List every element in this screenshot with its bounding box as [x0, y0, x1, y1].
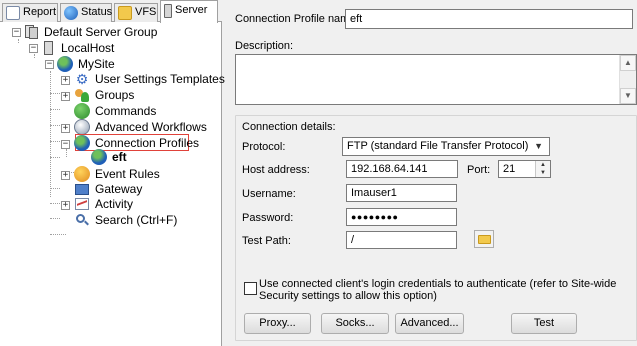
server-icon — [164, 4, 172, 18]
expand-toggle-groups[interactable]: + — [61, 92, 70, 101]
tree-item-search[interactable]: Search (Ctrl+F) — [74, 212, 179, 228]
scroll-up-icon[interactable]: ▲ — [620, 55, 636, 71]
pane-tab-strip: Report Status VFS Server — [0, 0, 222, 23]
spin-down-icon[interactable]: ▼ — [536, 169, 550, 177]
tree-label: Advanced Workflows — [95, 120, 207, 134]
connection-globe-icon — [74, 135, 90, 151]
protocol-select[interactable]: FTP (standard File Transfer Protocol) ▼ — [342, 137, 550, 156]
checkbox-text-line2: Security settings to allow this option) — [259, 290, 437, 302]
tree-label: Search (Ctrl+F) — [95, 213, 178, 227]
chevron-down-icon: ▼ — [534, 141, 543, 151]
tab-report-label: Report — [23, 6, 57, 18]
tree-label: MySite — [78, 57, 115, 71]
port-spin-buttons[interactable]: ▲ ▼ — [535, 161, 550, 177]
tree-label: Event Rules — [95, 167, 160, 181]
expand-toggle-event-rules[interactable]: + — [61, 171, 70, 180]
expand-toggle-advanced-workflows[interactable]: + — [61, 124, 70, 133]
gear-icon: ⚙ — [75, 71, 89, 87]
tab-status[interactable]: Status — [60, 3, 112, 22]
commands-icon — [74, 103, 90, 119]
use-client-credentials-label: Use connected client's login credentials… — [259, 278, 616, 302]
server-icon — [40, 40, 56, 56]
port-stepper[interactable]: 21 ▲ ▼ — [498, 160, 551, 178]
tree-label: User Settings Templates — [95, 72, 225, 86]
protocol-selected-value: FTP (standard File Transfer Protocol) — [347, 140, 529, 152]
scroll-down-icon[interactable]: ▼ — [620, 88, 636, 104]
proxy-button[interactable]: Proxy... — [244, 313, 311, 334]
tree-item-groups[interactable]: Groups — [74, 87, 136, 103]
tab-vfs-label: VFS — [135, 6, 157, 18]
tree-item-activity[interactable]: Activity — [74, 196, 135, 212]
collapse-toggle-server-group[interactable]: − — [12, 28, 21, 37]
expand-toggle-user-settings[interactable]: + — [61, 76, 70, 85]
tree-label: Groups — [95, 88, 135, 102]
tree-item-eft-profile[interactable]: eft — [91, 149, 129, 165]
tree-item-advanced-workflows[interactable]: Advanced Workflows — [74, 119, 209, 135]
tree-label: LocalHost — [61, 41, 115, 55]
tree-item-commands[interactable]: Commands — [74, 103, 158, 119]
tree-item-user-settings-templates[interactable]: ⚙ User Settings Templates — [74, 71, 227, 87]
test-path-label: Test Path: — [242, 235, 291, 247]
activity-chart-icon — [74, 196, 90, 212]
search-icon — [74, 212, 90, 228]
tree-item-event-rules[interactable]: Event Rules — [74, 166, 162, 182]
host-address-input[interactable]: 192.168.64.141 — [346, 160, 458, 178]
tab-vfs[interactable]: VFS — [114, 3, 158, 22]
event-rules-icon — [74, 166, 90, 182]
protocol-label: Protocol: — [242, 141, 286, 153]
tree-item-gateway[interactable]: Gateway — [74, 181, 144, 197]
tab-report[interactable]: Report — [2, 3, 58, 22]
workflow-icon — [74, 119, 90, 135]
tree-item-localhost[interactable]: LocalHost — [40, 40, 116, 56]
username-label: Username: — [242, 188, 296, 200]
test-path-input[interactable]: / — [346, 231, 457, 249]
advanced-button[interactable]: Advanced... — [395, 313, 464, 334]
tab-server[interactable]: Server — [160, 0, 218, 23]
checkbox-text-line1: Use connected client's login credentials… — [259, 278, 617, 290]
browse-folder-button[interactable] — [474, 230, 494, 248]
status-globe-icon — [64, 6, 78, 20]
description-textarea[interactable]: ▲ ▼ — [235, 54, 637, 105]
host-address-label: Host address: — [242, 164, 310, 176]
collapse-toggle-localhost[interactable]: − — [29, 44, 38, 53]
username-input[interactable]: Imauser1 — [346, 184, 457, 202]
port-label: Port: — [467, 164, 491, 176]
connection-profile-form: Connection Profile name: eft Description… — [226, 0, 637, 346]
gateway-icon — [74, 181, 90, 197]
report-icon — [6, 6, 20, 20]
users-group-icon — [74, 87, 90, 103]
socks-button[interactable]: Socks... — [321, 313, 389, 334]
profile-globe-icon — [91, 149, 107, 165]
port-value: 21 — [503, 163, 516, 175]
tab-status-label: Status — [81, 6, 113, 18]
profile-name-input[interactable]: eft — [345, 9, 633, 29]
collapse-toggle-mysite[interactable]: − — [45, 60, 54, 69]
password-label: Password: — [242, 212, 294, 224]
server-tree: − Default Server Group − LocalHost − MyS… — [0, 23, 225, 346]
profile-name-label: Connection Profile name: — [235, 13, 359, 25]
tree-label: Gateway — [95, 182, 143, 196]
description-label: Description: — [235, 40, 294, 52]
site-globe-icon — [57, 56, 73, 72]
collapse-toggle-connection-profiles[interactable]: − — [61, 140, 70, 149]
password-input[interactable]: ●●●●●●●● — [346, 208, 457, 226]
navigation-pane: Report Status VFS Server − Default Serve… — [0, 0, 225, 346]
spin-up-icon[interactable]: ▲ — [536, 161, 550, 169]
tab-server-label: Server — [175, 4, 208, 16]
tree-item-default-server-group[interactable]: Default Server Group — [23, 24, 159, 40]
expand-toggle-activity[interactable]: + — [61, 201, 70, 210]
test-button[interactable]: Test — [511, 313, 577, 334]
tree-label: Commands — [95, 104, 157, 118]
tree-label: Default Server Group — [44, 25, 158, 39]
use-client-credentials-checkbox[interactable] — [244, 282, 257, 295]
vfs-folder-icon — [118, 6, 132, 20]
tree-label: Activity — [95, 197, 134, 211]
description-scrollbar[interactable]: ▲ ▼ — [619, 55, 636, 104]
server-group-icon — [23, 24, 39, 40]
tree-item-mysite[interactable]: MySite — [57, 56, 117, 72]
folder-icon — [478, 235, 491, 244]
connection-details-label: Connection details: — [242, 121, 336, 133]
tree-label: eft — [112, 150, 127, 164]
